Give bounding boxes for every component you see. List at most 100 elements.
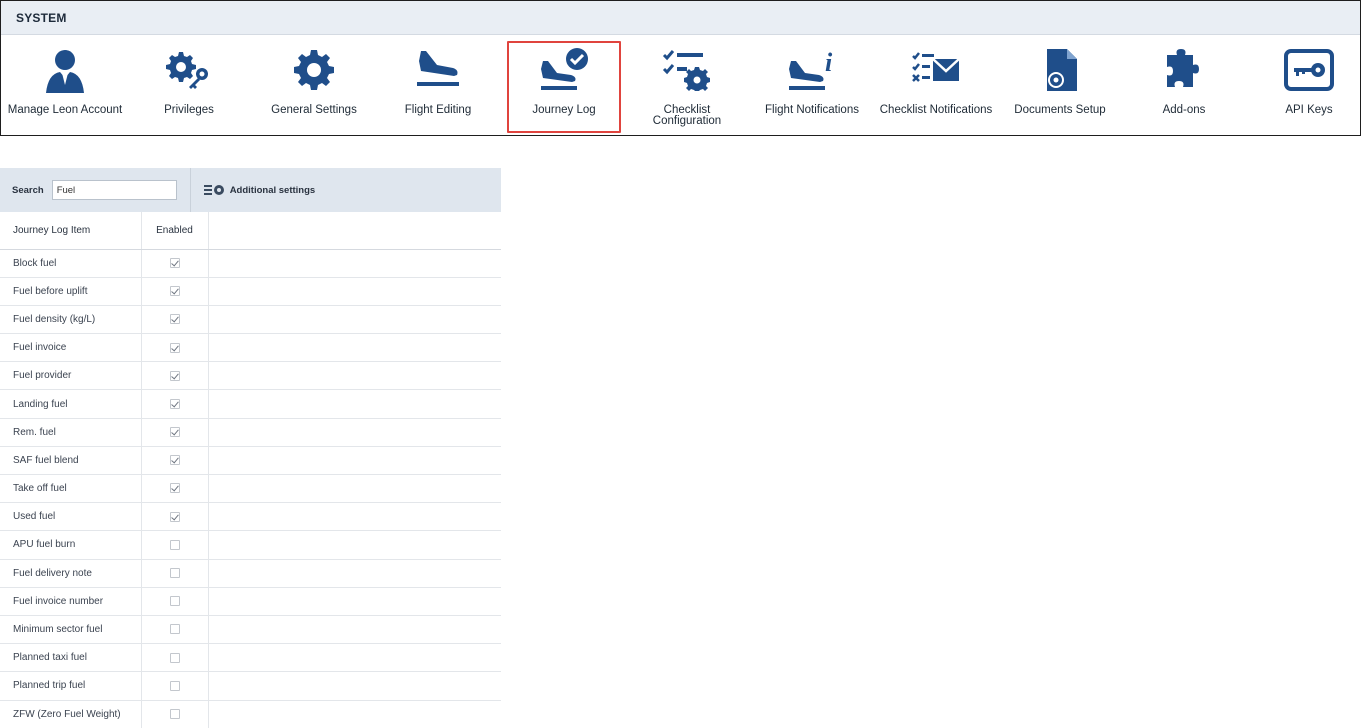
journey-log-item-name: Fuel before uplift	[0, 277, 142, 306]
enabled-cell	[141, 559, 209, 588]
enabled-cell	[141, 446, 209, 476]
enabled-checkbox[interactable]	[169, 568, 180, 579]
tile-label: Journey Log	[532, 104, 596, 116]
tile-documents-setup[interactable]: Documents Setup	[1005, 41, 1115, 127]
tile-label: Documents Setup	[1014, 104, 1106, 116]
tile-checklist-notifications[interactable]: Checklist Notifications	[880, 41, 992, 127]
search-input[interactable]	[51, 180, 177, 200]
toolbar-divider	[189, 168, 191, 212]
user-icon	[37, 45, 93, 95]
table-row: ZFW (Zero Fuel Weight)	[0, 700, 501, 728]
enabled-checkbox[interactable]	[169, 652, 180, 663]
tile-journey-log[interactable]: Journey Log	[507, 41, 621, 133]
plane-landing-icon	[410, 45, 466, 95]
enabled-checkbox[interactable]	[169, 511, 180, 522]
table-row: Rem. fuel	[0, 418, 501, 447]
tile-flight-editing[interactable]: Flight Editing	[383, 41, 493, 127]
enabled-checkbox[interactable]	[169, 314, 180, 325]
enabled-checkbox[interactable]	[169, 680, 180, 691]
enabled-cell	[141, 643, 209, 673]
enabled-checkbox[interactable]	[169, 342, 180, 353]
plane-info-icon: i	[784, 45, 840, 95]
tile-manage-leon-account[interactable]: Manage Leon Account	[8, 41, 122, 127]
enabled-checkbox[interactable]	[169, 370, 180, 381]
gear-key-icon	[161, 45, 217, 95]
enabled-checkbox[interactable]	[169, 708, 180, 719]
enabled-checkbox[interactable]	[169, 539, 180, 550]
enabled-cell	[141, 502, 209, 532]
system-title: SYSTEM	[16, 10, 67, 25]
enabled-checkbox[interactable]	[169, 257, 180, 268]
empty-cell	[208, 530, 501, 560]
empty-cell	[208, 587, 501, 616]
column-header-item[interactable]: Journey Log Item	[0, 212, 142, 250]
enabled-cell	[141, 418, 209, 447]
tile-label: Checklist Notifications	[879, 104, 993, 116]
puzzle-icon	[1156, 45, 1212, 95]
enabled-checkbox[interactable]	[169, 286, 180, 297]
enabled-cell	[141, 389, 209, 419]
journey-log-item-name: Fuel invoice number	[0, 587, 142, 616]
empty-cell	[208, 305, 501, 335]
journey-log-item-name: Rem. fuel	[0, 418, 142, 447]
tile-label: Manage Leon Account	[7, 104, 123, 116]
empty-cell	[208, 700, 501, 728]
table-row: Fuel density (kg/L)	[0, 305, 501, 335]
table-row: Minimum sector fuel	[0, 615, 501, 645]
enabled-checkbox[interactable]	[169, 398, 180, 409]
journey-log-item-name: Landing fuel	[0, 389, 142, 419]
enabled-cell	[141, 277, 209, 306]
table-row: Take off fuel	[0, 474, 501, 504]
empty-cell	[208, 446, 501, 476]
additional-settings-button[interactable]: Additional settings	[203, 184, 315, 196]
table-row: Planned taxi fuel	[0, 643, 501, 673]
tile-api-keys[interactable]: API Keys	[1254, 41, 1361, 127]
empty-cell	[208, 671, 501, 701]
table-row: Planned trip fuel	[0, 671, 501, 701]
checklist-gear-icon	[659, 45, 715, 95]
tile-label: Flight Editing	[404, 104, 472, 116]
table-row: Fuel invoice	[0, 333, 501, 363]
table-row: Fuel provider	[0, 361, 501, 391]
tile-label: General Settings	[271, 104, 357, 116]
plane-check-icon	[536, 45, 592, 95]
enabled-cell	[141, 615, 209, 645]
tile-privileges[interactable]: Privileges	[134, 41, 244, 127]
system-header: SYSTEM	[1, 1, 1360, 35]
table-header-row: Journey Log Item Enabled	[0, 212, 501, 250]
journey-log-item-name: Fuel invoice	[0, 333, 142, 363]
journey-log-item-name: ZFW (Zero Fuel Weight)	[0, 700, 142, 728]
enabled-cell	[141, 700, 209, 728]
empty-cell	[208, 474, 501, 504]
tile-general-settings[interactable]: General Settings	[259, 41, 369, 127]
enabled-cell	[141, 333, 209, 363]
enabled-checkbox[interactable]	[169, 483, 180, 494]
tile-flight-notifications[interactable]: i Flight Notifications	[757, 41, 867, 127]
tile-label: Flight Notifications	[765, 104, 859, 116]
system-tiles: Manage Leon Account Privileges General S…	[1, 35, 1360, 135]
tile-checklist-configuration[interactable]: Checklist Configuration	[632, 41, 742, 127]
enabled-checkbox[interactable]	[169, 624, 180, 635]
gear-icon	[286, 45, 342, 95]
enabled-checkbox[interactable]	[169, 596, 180, 607]
empty-cell	[208, 615, 501, 645]
enabled-cell	[141, 530, 209, 560]
search-label: Search	[12, 184, 44, 196]
column-header-enabled[interactable]: Enabled	[141, 212, 209, 250]
table-body: Block fuel Fuel before uplift Fuel density…	[0, 249, 501, 728]
journey-log-item-name: Block fuel	[0, 249, 142, 278]
table-row: Landing fuel	[0, 389, 501, 419]
enabled-checkbox[interactable]	[169, 455, 180, 466]
tile-add-ons[interactable]: Add-ons	[1129, 41, 1239, 127]
empty-cell	[208, 643, 501, 673]
settings-list-icon	[203, 185, 224, 195]
document-gear-icon	[1032, 45, 1088, 95]
enabled-cell	[141, 361, 209, 391]
empty-cell	[208, 389, 501, 419]
enabled-checkbox[interactable]	[169, 427, 180, 438]
empty-cell	[208, 333, 501, 363]
empty-cell	[208, 361, 501, 391]
journey-log-item-name: Planned taxi fuel	[0, 643, 142, 673]
enabled-cell	[141, 474, 209, 504]
system-panel: SYSTEM Manage Leon Account Privileges Ge…	[0, 0, 1361, 136]
